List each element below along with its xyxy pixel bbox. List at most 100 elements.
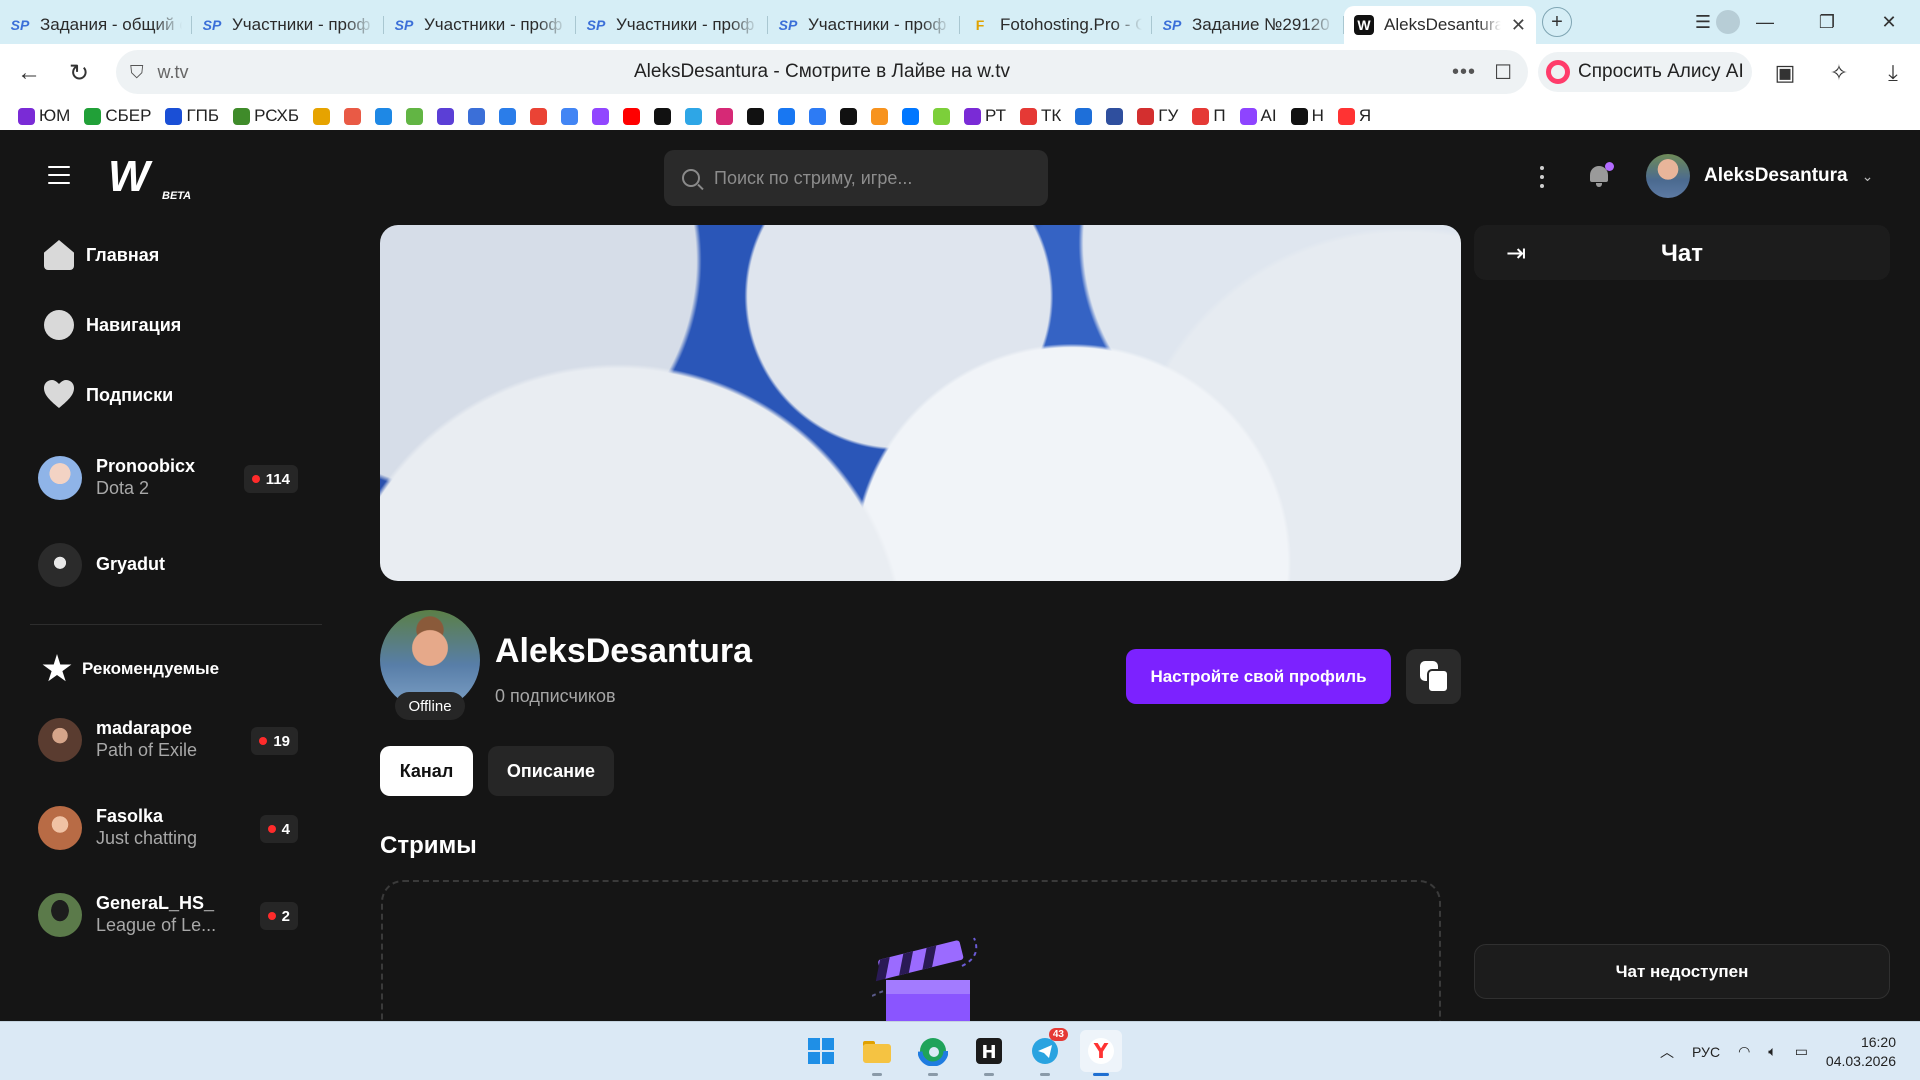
wifi-icon[interactable]: ◠ xyxy=(1738,1043,1750,1060)
back-icon[interactable]: ← xyxy=(4,59,54,87)
recommended-channel[interactable]: GeneraL_HS_ League of Le... 2 xyxy=(38,890,298,940)
maximize-icon[interactable]: ❐ xyxy=(1796,12,1858,33)
bookmark-item[interactable]: Н xyxy=(1290,106,1324,126)
sidebar-item-subscriptions[interactable]: Подписки xyxy=(44,380,173,410)
bookmark-item[interactable] xyxy=(902,107,920,125)
taskbar-explorer[interactable] xyxy=(856,1030,898,1076)
recommended-channel[interactable]: madarapoe Path of Exile 19 xyxy=(38,715,298,765)
bookmark-item[interactable] xyxy=(840,107,858,125)
browser-tab[interactable]: SP Задание №29120 xyxy=(1152,6,1344,44)
browser-tab[interactable]: SP Участники - проф xyxy=(192,6,384,44)
browser-tab[interactable]: SP Участники - проф xyxy=(384,6,576,44)
bookmark-item[interactable] xyxy=(1106,107,1124,125)
volume-icon[interactable]: 🔈︎ xyxy=(1768,1043,1776,1060)
bookmark-item[interactable] xyxy=(499,107,517,125)
bookmark-item[interactable] xyxy=(592,107,610,125)
bookmark-item[interactable] xyxy=(623,107,641,125)
taskbar-yandex-browser[interactable]: Y xyxy=(1080,1030,1122,1076)
tab-channel[interactable]: Канал xyxy=(380,746,473,796)
menu-icon[interactable]: ☰ xyxy=(1672,12,1734,33)
bookmark-icon xyxy=(375,107,393,125)
more-icon[interactable]: ••• xyxy=(1452,61,1476,84)
search-input[interactable] xyxy=(714,167,1014,189)
profile-name: AleksDesantura xyxy=(495,632,753,670)
bookmark-item[interactable] xyxy=(871,107,889,125)
bookmark-item[interactable] xyxy=(716,107,734,125)
sidebar-item-navigation[interactable]: Навигация xyxy=(44,310,181,340)
bookmark-item[interactable]: Я xyxy=(1337,106,1371,126)
bookmark-item[interactable] xyxy=(344,107,362,125)
url-text[interactable]: w.tv xyxy=(158,62,189,83)
browser-tab[interactable]: W AleksDesantura ✕ xyxy=(1344,6,1536,44)
chat-title: Чат xyxy=(1661,240,1703,267)
bookmark-item[interactable]: ГУ xyxy=(1137,106,1178,126)
bookmark-item[interactable]: РТ xyxy=(964,106,1006,126)
bookmark-item[interactable] xyxy=(654,107,672,125)
extensions-icon[interactable]: ✧ xyxy=(1812,60,1866,86)
shield-icon[interactable]: ⛉ xyxy=(130,62,144,83)
bookmark-item[interactable] xyxy=(437,107,455,125)
bookmark-item[interactable] xyxy=(1075,107,1093,125)
bookmark-icon xyxy=(1106,107,1124,125)
address-bar[interactable]: ⛉ w.tv AleksDesantura - Смотрите в Лайве… xyxy=(116,50,1528,94)
channel-avatar xyxy=(38,543,82,587)
reload-icon[interactable]: ↻ xyxy=(54,59,104,88)
bookmark-item[interactable]: П xyxy=(1192,106,1226,126)
setup-profile-button[interactable]: Настройте свой профиль xyxy=(1126,649,1391,704)
alice-button[interactable]: Спросить Алису AI xyxy=(1538,52,1752,92)
minimize-icon[interactable]: — xyxy=(1734,12,1796,33)
browser-tab[interactable]: SP Задания - общий с xyxy=(0,6,192,44)
copy-icon[interactable] xyxy=(1406,649,1461,704)
followed-channel[interactable]: Gryadut xyxy=(38,540,298,590)
live-dot-icon xyxy=(251,475,260,483)
bookmark-item[interactable] xyxy=(933,107,951,125)
chevron-up-icon[interactable]: ︿ xyxy=(1660,1042,1674,1062)
bookmark-item[interactable] xyxy=(313,107,331,125)
search-bar[interactable] xyxy=(664,150,1048,206)
browser-tab[interactable]: SP Участники - проф xyxy=(576,6,768,44)
taskbar-edge[interactable] xyxy=(912,1030,954,1076)
browser-tab[interactable]: SP Участники - проф xyxy=(768,6,960,44)
download-icon[interactable]: ⤓ xyxy=(1866,60,1920,86)
tab-description[interactable]: Описание xyxy=(488,746,614,796)
followed-channel[interactable]: Pronoobicx Dota 2 114 xyxy=(38,453,298,503)
taskbar-app-h[interactable]: H xyxy=(968,1030,1010,1076)
menu-icon[interactable] xyxy=(48,166,70,190)
bookmark-item[interactable]: СБЕР xyxy=(84,106,151,126)
user-menu[interactable]: AleksDesantura ⌄ xyxy=(1646,154,1873,198)
bookmark-item[interactable] xyxy=(747,107,765,125)
bookmark-item[interactable]: ТК xyxy=(1020,106,1061,126)
live-dot-icon xyxy=(259,737,268,745)
browser-tab[interactable]: F Fotohosting.Pro - С xyxy=(960,6,1152,44)
site-logo[interactable]: W BETA xyxy=(108,152,191,202)
close-window-icon[interactable]: ✕ xyxy=(1858,12,1920,33)
address-bar-row: ← ↻ ⛉ w.tv AleksDesantura - Смотрите в Л… xyxy=(0,44,1920,102)
windows-icon xyxy=(808,1038,834,1064)
taskbar-telegram[interactable]: 43 xyxy=(1024,1028,1068,1076)
sidebar-item-home[interactable]: Главная xyxy=(44,240,159,270)
bookmark-item[interactable] xyxy=(685,107,703,125)
start-button[interactable] xyxy=(800,1030,842,1072)
bookmark-item[interactable] xyxy=(468,107,486,125)
bookmark-icon xyxy=(716,107,734,125)
bookmark-item[interactable]: AI xyxy=(1239,106,1277,126)
recommended-channel[interactable]: Fasolka Just chatting 4 xyxy=(38,803,298,853)
bookmark-icon[interactable]: ☐ xyxy=(1494,60,1512,85)
close-tab-icon[interactable]: ✕ xyxy=(1511,15,1526,36)
bookmark-item[interactable] xyxy=(778,107,796,125)
new-tab-button[interactable]: + xyxy=(1542,7,1572,37)
language-indicator[interactable]: РУС xyxy=(1692,1044,1720,1060)
bookmark-item[interactable] xyxy=(561,107,579,125)
bookmark-item[interactable] xyxy=(406,107,424,125)
bell-icon[interactable] xyxy=(1588,162,1614,188)
gallery-icon[interactable]: ▣ xyxy=(1758,60,1812,86)
bookmark-item[interactable]: РСХБ xyxy=(233,106,299,126)
clock[interactable]: 16:20 04.03.2026 xyxy=(1826,1033,1896,1069)
bookmark-item[interactable]: ЮМ xyxy=(18,106,70,126)
more-vertical-icon[interactable] xyxy=(1540,166,1546,193)
battery-icon[interactable]: ▭ xyxy=(1795,1043,1808,1060)
bookmark-item[interactable]: ГПБ xyxy=(165,106,219,126)
bookmark-item[interactable] xyxy=(530,107,548,125)
bookmark-item[interactable] xyxy=(375,107,393,125)
bookmark-item[interactable] xyxy=(809,107,827,125)
